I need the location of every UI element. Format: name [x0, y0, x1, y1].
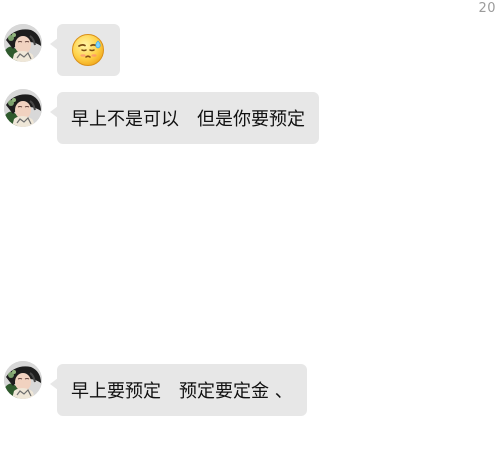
avatar-photo-icon [4, 24, 42, 62]
message-text: 早上要预定 预定要定金 、 [71, 381, 293, 402]
contact-avatar[interactable] [4, 361, 42, 399]
avatar-photo-icon [4, 361, 42, 399]
embarrassed-sweat-face-emoji-icon [72, 34, 104, 66]
text-message-bubble[interactable]: 早上不是可以 但是你要预定 [57, 92, 319, 144]
contact-avatar[interactable] [4, 89, 42, 127]
message-row: 早上不是可以 但是你要预定 [0, 89, 498, 152]
message-text: 早上不是可以 但是你要预定 [71, 109, 305, 130]
avatar-photo-icon [4, 89, 42, 127]
message-row [0, 24, 498, 84]
contact-avatar[interactable] [4, 24, 42, 62]
emoji-message-bubble[interactable] [57, 24, 120, 76]
text-message-bubble[interactable]: 早上要预定 预定要定金 、 [57, 364, 307, 416]
timestamp-label: 20 [478, 1, 496, 16]
message-row: 早上要预定 预定要定金 、 [0, 361, 498, 424]
